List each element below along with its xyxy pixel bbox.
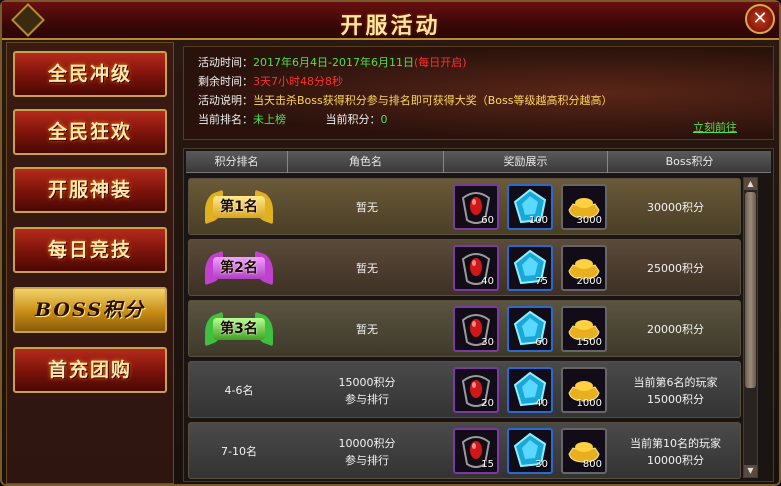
item-quantity: 1000 <box>576 398 602 409</box>
sidebar-item-gear[interactable]: 开服神装 <box>13 167 167 213</box>
player-name: 10000积分 参与排行 <box>338 436 396 467</box>
sidebar-item-arena[interactable]: 每日竞技 <box>13 227 167 273</box>
boss-score: 20000积分 <box>647 323 704 336</box>
rank-label: 7-10名 <box>221 445 257 458</box>
rank-label: 4-6名 <box>224 384 254 397</box>
table-row: 第2名 暂无 40 75 2000 25000积分 <box>188 239 741 296</box>
time-note: (每日开启) <box>413 56 467 69</box>
item-quantity: 60 <box>481 215 494 226</box>
item-quantity: 3000 <box>576 215 602 226</box>
scrollbar[interactable]: ▲ ▼ <box>743 177 758 478</box>
boss-score: 25000积分 <box>647 262 704 275</box>
reward-item[interactable]: 30 <box>453 306 499 352</box>
sidebar-item-carnival[interactable]: 全民狂欢 <box>13 109 167 155</box>
item-quantity: 1500 <box>576 337 602 348</box>
boss-score: 当前第10名的玩家 10000积分 <box>630 436 721 467</box>
rank-badge-icon: 第1名 <box>205 189 273 225</box>
title-bar: 开服活动 ✕ <box>2 2 779 40</box>
item-quantity: 20 <box>481 398 494 409</box>
rank-badge-icon: 第2名 <box>205 250 273 286</box>
boss-score: 当前第6名的玩家 15000积分 <box>633 375 718 406</box>
table-row: 第1名 暂无 60 100 3000 30000积分 <box>188 178 741 235</box>
ranking-table: 积分排名 角色名 奖励展示 Boss积分 第1名 暂无 60 100 3000 30000… <box>183 148 774 482</box>
desc-label: 活动说明： <box>198 94 253 107</box>
reward-item[interactable]: 1500 <box>561 306 607 352</box>
player-name: 暂无 <box>356 323 378 336</box>
item-quantity: 100 <box>528 215 548 226</box>
rank-value: 未上榜 <box>253 113 286 126</box>
reward-item[interactable]: 15 <box>453 428 499 474</box>
player-name: 暂无 <box>356 201 378 214</box>
reward-item[interactable]: 40 <box>507 367 553 413</box>
reward-item[interactable]: 100 <box>507 184 553 230</box>
event-window: 开服活动 ✕ 全民冲级 全民狂欢 开服神装 每日竞技 BOSS积分 首充团购 活… <box>0 0 781 486</box>
window-title: 开服活动 <box>340 13 441 39</box>
table-row: 4-6名 15000积分 参与排行 20 40 1000 当前第6名的玩家 15000积分 <box>188 361 741 418</box>
scroll-thumb[interactable] <box>745 192 756 388</box>
reward-item[interactable]: 20 <box>453 367 499 413</box>
reward-item[interactable]: 60 <box>507 306 553 352</box>
time-label: 活动时间： <box>198 56 253 69</box>
time-value: 2017年6月4日-2017年6月11日 <box>253 56 414 69</box>
sidebar-item-level-race[interactable]: 全民冲级 <box>13 51 167 97</box>
rank-label: 第3名 <box>213 318 265 340</box>
remain-value: 3天7小时48分8秒 <box>253 75 343 88</box>
reward-item[interactable]: 30 <box>507 428 553 474</box>
rank-label: 第2名 <box>213 257 265 279</box>
info-panel: 活动时间：2017年6月4日-2017年6月11日(每日开启) 剩余时间：3天7… <box>183 46 774 140</box>
table-header: 积分排名 角色名 奖励展示 Boss积分 <box>186 151 771 173</box>
item-quantity: 40 <box>535 398 548 409</box>
remain-label: 剩余时间： <box>198 75 253 88</box>
reward-item[interactable]: 1000 <box>561 367 607 413</box>
item-quantity: 2000 <box>576 276 602 287</box>
item-quantity: 30 <box>535 459 548 470</box>
boss-score: 30000积分 <box>647 201 704 214</box>
table-row: 第3名 暂无 30 60 1500 20000积分 <box>188 300 741 357</box>
remain-line: 剩余时间：3天7小时48分8秒 <box>198 72 759 91</box>
rank-line: 当前排名：未上榜 当前积分：0 <box>198 110 759 129</box>
player-name: 暂无 <box>356 262 378 275</box>
player-name: 15000积分 参与排行 <box>338 375 396 406</box>
header-boss-score: Boss积分 <box>665 155 714 168</box>
scroll-down-icon[interactable]: ▼ <box>744 465 757 477</box>
desc-value: 当天击杀Boss获得积分参与排名即可获得大奖（Boss等级越高积分越高） <box>253 94 613 107</box>
item-quantity: 800 <box>582 459 602 470</box>
time-line: 活动时间：2017年6月4日-2017年6月11日(每日开启) <box>198 53 759 72</box>
reward-item[interactable]: 2000 <box>561 245 607 291</box>
reward-item[interactable]: 3000 <box>561 184 607 230</box>
item-quantity: 60 <box>535 337 548 348</box>
reward-item[interactable]: 60 <box>453 184 499 230</box>
reward-item[interactable]: 75 <box>507 245 553 291</box>
rank-label: 第1名 <box>213 196 265 218</box>
item-quantity: 40 <box>481 276 494 287</box>
header-rank: 积分排名 <box>186 151 288 173</box>
header-name: 角色名 <box>288 151 444 173</box>
item-quantity: 15 <box>481 459 494 470</box>
sidebar-item-group-buy[interactable]: 首充团购 <box>13 347 167 393</box>
scroll-up-icon[interactable]: ▲ <box>744 178 757 190</box>
desc-line: 活动说明：当天击杀Boss获得积分参与排名即可获得大奖（Boss等级越高积分越高… <box>198 91 759 110</box>
header-rewards: 奖励展示 <box>444 151 608 173</box>
rank-badge-icon: 第3名 <box>205 311 273 347</box>
score-value: 0 <box>380 113 388 126</box>
score-label: 当前积分： <box>325 113 381 126</box>
rank-label: 当前排名： <box>198 113 253 126</box>
close-button[interactable]: ✕ <box>745 4 775 34</box>
item-quantity: 75 <box>535 276 548 287</box>
sidebar-item-boss-points[interactable]: BOSS积分 <box>13 287 167 333</box>
goto-link[interactable]: 立刻前往 <box>693 119 737 135</box>
reward-item[interactable]: 40 <box>453 245 499 291</box>
table-row: 7-10名 10000积分 参与排行 15 30 800 当前第10名的玩家 10000积… <box>188 422 741 479</box>
item-quantity: 30 <box>481 337 494 348</box>
sidebar: 全民冲级 全民狂欢 开服神装 每日竞技 BOSS积分 首充团购 <box>6 42 174 484</box>
reward-item[interactable]: 800 <box>561 428 607 474</box>
